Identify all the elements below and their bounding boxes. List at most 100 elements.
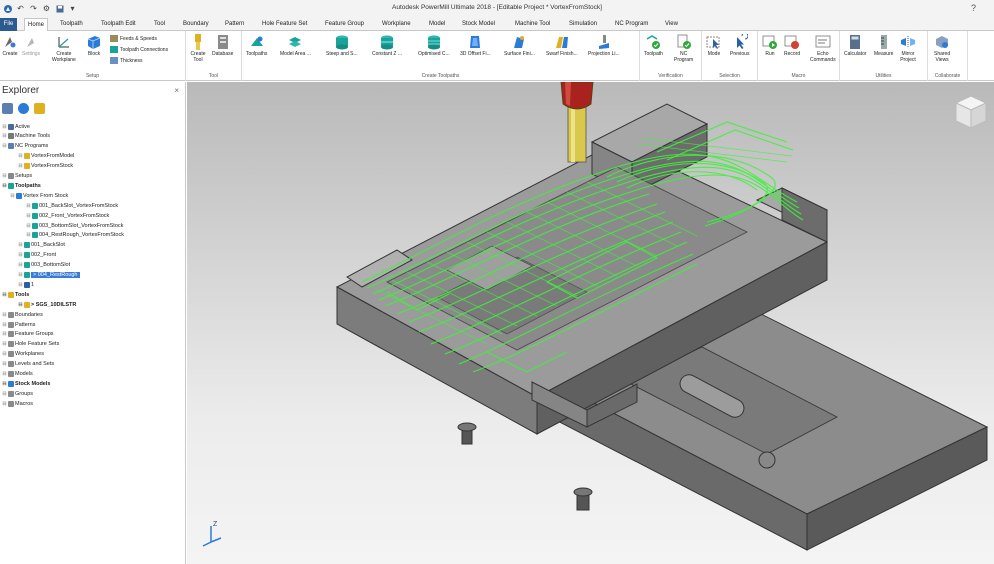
tab-model[interactable]: Model <box>426 18 448 31</box>
expand-toggle-icon[interactable]: ⊟ <box>2 173 7 179</box>
expand-toggle-icon[interactable]: ⊟ <box>26 223 31 229</box>
expand-toggle-icon[interactable]: ⊟ <box>2 143 7 149</box>
tab-simulation[interactable]: Simulation <box>566 18 600 31</box>
constant-z-button[interactable]: Constant Z ... <box>372 34 402 57</box>
tree-node[interactable]: ⊟ Hole Feature Sets <box>2 340 59 349</box>
viewcube[interactable] <box>954 94 988 132</box>
tab-stock-model[interactable]: Stock Model <box>459 18 498 31</box>
expand-toggle-icon[interactable]: ⊟ <box>2 312 7 318</box>
tab-toolpath-edit[interactable]: Toolpath Edit <box>98 18 139 31</box>
tab-hole-feature-set[interactable]: Hole Feature Set <box>259 18 310 31</box>
graphics-viewport[interactable]: Z <box>187 82 994 564</box>
tab-file[interactable]: File <box>0 18 17 31</box>
expand-toggle-icon[interactable]: ⊟ <box>26 213 31 219</box>
tree-node[interactable]: ⊟ VortexFromStock <box>18 162 73 171</box>
toolpath-connections-button[interactable]: Toolpath Connections <box>110 46 168 53</box>
expand-toggle-icon[interactable]: ⊟ <box>2 371 7 377</box>
expand-toggle-icon[interactable]: ⊟ <box>2 322 7 328</box>
tree-node[interactable]: ⊟ 003_BottomSlot_VortexFromStock <box>26 221 123 230</box>
tree-node[interactable]: ⊟ 001_BackSlot_VortexFromStock <box>26 201 118 210</box>
create-workplane-button[interactable]: Create Workplane <box>52 34 76 63</box>
expand-toggle-icon[interactable]: ⊟ <box>18 242 23 248</box>
tree-node[interactable]: ⊟ Toolpaths <box>2 181 41 190</box>
tab-machine-tool[interactable]: Machine Tool <box>512 18 553 31</box>
machining-scene[interactable] <box>187 82 994 564</box>
tree-node[interactable]: ⊟ Levels and Sets <box>2 360 54 369</box>
expand-toggle-icon[interactable]: ⊟ <box>10 193 15 199</box>
tree-node[interactable]: ⊟ 003_BottomSlot <box>18 261 70 270</box>
tab-nc-program[interactable]: NC Program <box>612 18 651 31</box>
expand-toggle-icon[interactable]: ⊟ <box>18 163 23 169</box>
tree-node[interactable]: ⊟ 1 <box>18 280 34 289</box>
optimised-constant-z-button[interactable]: Optimised C... <box>418 34 450 57</box>
selection-mode-button[interactable]: Mode <box>706 34 722 57</box>
mirror-project-button[interactable]: Mirror Project <box>900 34 916 63</box>
expand-toggle-icon[interactable]: ⊟ <box>2 361 7 367</box>
database-button[interactable]: Database <box>212 34 233 57</box>
verify-toolpath-button[interactable]: Toolpath <box>644 34 663 57</box>
tree-node[interactable]: ⊟ > SGS_10DILSTR <box>18 300 76 309</box>
help-icon[interactable]: ? <box>971 3 976 13</box>
expand-toggle-icon[interactable]: ⊟ <box>18 282 23 288</box>
toolpaths-strategy-button[interactable]: Toolpaths <box>246 34 267 57</box>
projection-line-button[interactable]: Projection Li... <box>588 34 620 57</box>
expand-toggle-icon[interactable]: ⊟ <box>2 183 7 189</box>
tree-node[interactable]: ⊟ 004_RestRough_VortexFromStock <box>26 231 124 240</box>
expand-toggle-icon[interactable]: ⊟ <box>2 292 7 298</box>
tab-toolpath[interactable]: Toolpath <box>57 18 86 31</box>
run-macro-button[interactable]: Run <box>762 34 778 57</box>
tree-node[interactable]: ⊟ Tools <box>2 290 29 299</box>
globe-icon[interactable] <box>18 103 29 114</box>
create-tool-button[interactable]: Create Tool <box>190 34 206 63</box>
tab-view[interactable]: View <box>662 18 681 31</box>
settings-button[interactable]: Settings <box>22 34 40 57</box>
shared-views-button[interactable]: Shared Views <box>934 34 950 63</box>
tree-node[interactable]: ⊟ Patterns <box>2 320 35 329</box>
steep-shallow-button[interactable]: Steep and S... <box>326 34 358 57</box>
expand-toggle-icon[interactable]: ⊟ <box>26 203 31 209</box>
tool-library-icon[interactable] <box>34 103 45 114</box>
swarf-finishing-button[interactable]: Swarf Finish... <box>546 34 578 57</box>
tree-node[interactable]: ⊟ 001_BackSlot <box>18 241 65 250</box>
tree-node[interactable]: ⊟ Groups <box>2 389 33 398</box>
selection-previous-button[interactable]: Previous <box>730 34 749 57</box>
block-button[interactable]: Block <box>86 34 102 57</box>
feeds-speeds-button[interactable]: Feeds & Speeds <box>110 35 157 42</box>
tree-node[interactable]: ⊟ Machine Tools <box>2 132 50 141</box>
tab-feature-group[interactable]: Feature Group <box>322 18 367 31</box>
tab-home[interactable]: Home <box>24 18 49 31</box>
expand-toggle-icon[interactable]: ⊟ <box>18 252 23 258</box>
tab-workplane[interactable]: Workplane <box>379 18 414 31</box>
record-macro-button[interactable]: Record <box>784 34 800 57</box>
expand-toggle-icon[interactable]: ⊟ <box>2 391 7 397</box>
expand-toggle-icon[interactable]: ⊟ <box>18 153 23 159</box>
expand-toggle-icon[interactable]: ⊟ <box>18 302 23 308</box>
close-icon[interactable]: × <box>174 86 179 95</box>
expand-toggle-icon[interactable]: ⊟ <box>2 341 7 347</box>
tree-node[interactable]: ⊟ 002_Front_VortexFromStock <box>26 211 109 220</box>
model-area-clearance-button[interactable]: Model Area ... <box>280 34 311 57</box>
expand-toggle-icon[interactable]: ⊟ <box>26 232 31 238</box>
calculator-button[interactable]: Calculator <box>844 34 867 57</box>
tree-node[interactable]: ⊟ Setups <box>2 172 32 181</box>
tree-node[interactable]: ⊟ Stock Models <box>2 379 50 388</box>
expand-toggle-icon[interactable]: ⊟ <box>2 331 7 337</box>
tree-node[interactable]: ⊟ Workplanes <box>2 350 44 359</box>
tree-node[interactable]: ⊟ VortexFromModel <box>18 152 74 161</box>
tab-tool[interactable]: Tool <box>151 18 168 31</box>
tree-node[interactable]: ⊟ Active <box>2 122 30 131</box>
tab-pattern[interactable]: Pattern <box>222 18 247 31</box>
expand-toggle-icon[interactable]: ⊟ <box>18 262 23 268</box>
tree-node[interactable]: ⊟ > 004_RestRough <box>18 271 80 280</box>
tree-node[interactable]: ⊟ 002_Front <box>18 251 56 260</box>
tree-node[interactable]: ⊟ Models <box>2 370 33 379</box>
tree-node[interactable]: ⊟ Macros <box>2 399 33 408</box>
explorer-view-icon[interactable] <box>2 103 13 114</box>
expand-toggle-icon[interactable]: ⊟ <box>2 133 7 139</box>
tab-boundary[interactable]: Boundary <box>180 18 212 31</box>
expand-toggle-icon[interactable]: ⊟ <box>2 351 7 357</box>
thickness-button[interactable]: Thickness <box>110 57 143 64</box>
expand-toggle-icon[interactable]: ⊟ <box>2 401 7 407</box>
tree-node[interactable]: ⊟ Vortex From Stock <box>10 191 68 200</box>
create-button[interactable]: Create <box>2 34 18 57</box>
